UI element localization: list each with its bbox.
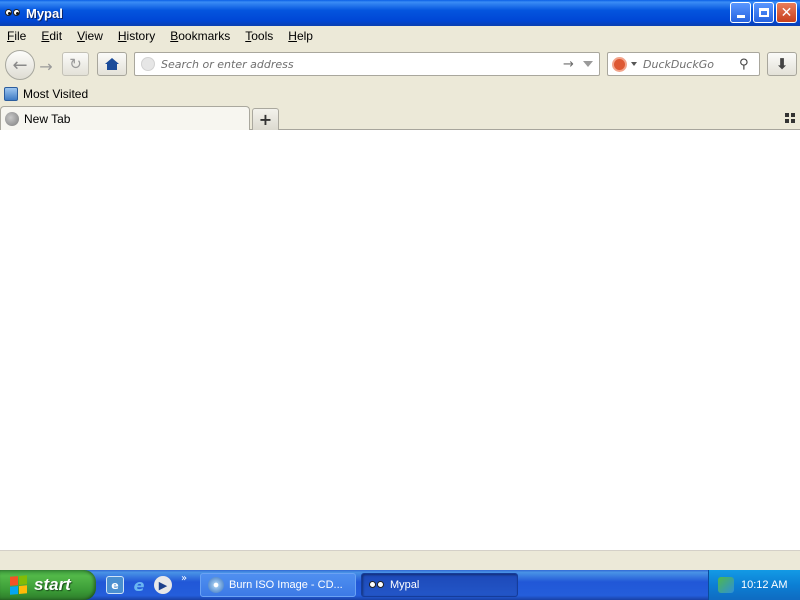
url-input[interactable] xyxy=(161,57,563,71)
tab-new-tab[interactable]: New Tab xyxy=(0,106,250,130)
restore-button[interactable] xyxy=(753,2,774,23)
mypal-icon xyxy=(369,577,385,593)
mypal-icon xyxy=(5,6,21,20)
address-bar[interactable]: → xyxy=(134,52,600,76)
taskbar-item-label: Mypal xyxy=(390,579,420,591)
system-tray: 10:12 AM xyxy=(708,570,800,600)
menu-help[interactable]: Help xyxy=(281,29,321,43)
globe-icon xyxy=(5,111,19,126)
quick-launch: e e ▶ xyxy=(106,576,172,595)
search-glass-icon[interactable]: ⚲ xyxy=(739,57,755,72)
restore-icon xyxy=(758,8,769,17)
dropdown-icon[interactable] xyxy=(583,61,593,67)
status-bar xyxy=(0,550,800,570)
tab-strip: New Tab + xyxy=(0,105,800,130)
start-button[interactable]: start xyxy=(0,570,96,600)
go-arrow-icon[interactable]: → xyxy=(563,57,579,72)
close-button[interactable]: ✕ xyxy=(776,2,797,23)
new-tab-plus-icon: + xyxy=(258,110,273,129)
new-tab-button[interactable]: + xyxy=(252,108,279,130)
media-player-icon[interactable]: ▶ xyxy=(154,576,172,594)
tab-label: New Tab xyxy=(24,111,71,126)
windows-logo-icon xyxy=(10,575,28,595)
network-tray-icon[interactable] xyxy=(718,577,734,593)
menu-file[interactable]: File xyxy=(0,29,34,43)
window-title: Mypal xyxy=(26,5,63,21)
most-visited-link[interactable]: Most Visited xyxy=(23,87,88,101)
taskbar-item-burn-iso[interactable]: Burn ISO Image - CD... xyxy=(200,573,356,597)
internet-explorer-icon[interactable]: e xyxy=(130,576,148,595)
clock[interactable]: 10:12 AM xyxy=(741,579,787,591)
reload-icon: ↻ xyxy=(69,55,82,73)
taskbar-item-label: Burn ISO Image - CD... xyxy=(229,579,343,591)
home-icon xyxy=(105,58,119,70)
back-arrow-icon: ← xyxy=(12,54,28,76)
home-button[interactable] xyxy=(97,52,127,76)
show-desktop-icon[interactable]: e xyxy=(106,576,124,594)
download-button[interactable]: ⬇ xyxy=(767,52,797,76)
taskbar-item-mypal[interactable]: Mypal xyxy=(361,573,518,597)
minimize-icon xyxy=(736,15,745,18)
title-bar: Mypal ✕ xyxy=(0,0,800,26)
search-input[interactable] xyxy=(643,57,739,71)
menu-tools[interactable]: Tools xyxy=(238,29,281,43)
close-icon: ✕ xyxy=(780,4,793,21)
page-content[interactable] xyxy=(0,130,800,550)
menu-bar: File Edit View History Bookmarks Tools H… xyxy=(0,26,800,46)
menu-view[interactable]: View xyxy=(70,29,111,43)
forward-arrow-icon: → xyxy=(39,56,53,76)
burn-disc-icon xyxy=(208,577,224,593)
duckduckgo-icon[interactable] xyxy=(612,56,627,72)
search-bar[interactable]: ⚲ xyxy=(607,52,760,76)
menu-history[interactable]: History xyxy=(111,29,163,43)
window-controls: ✕ xyxy=(730,2,797,23)
menu-bookmarks[interactable]: Bookmarks xyxy=(163,29,238,43)
reload-button[interactable]: ↻ xyxy=(62,52,89,76)
navigation-toolbar: ← → ↻ → ⚲ ⬇ xyxy=(0,47,800,81)
start-label: start xyxy=(34,575,71,594)
minimize-button[interactable] xyxy=(730,2,751,23)
tab-grid-icon[interactable] xyxy=(785,113,795,123)
back-button[interactable]: ← xyxy=(5,50,35,80)
bookmark-icon xyxy=(4,87,18,101)
globe-icon xyxy=(141,57,155,71)
engine-dropdown-icon[interactable] xyxy=(631,62,637,66)
menu-edit[interactable]: Edit xyxy=(34,29,70,43)
bookmarks-toolbar: Most Visited xyxy=(0,84,800,104)
taskbar: start e e ▶ » Burn ISO Image - CD... Myp… xyxy=(0,570,800,600)
quick-launch-chevron-icon[interactable]: » xyxy=(181,573,187,584)
download-icon: ⬇ xyxy=(775,55,789,73)
forward-button[interactable]: → xyxy=(34,55,58,77)
